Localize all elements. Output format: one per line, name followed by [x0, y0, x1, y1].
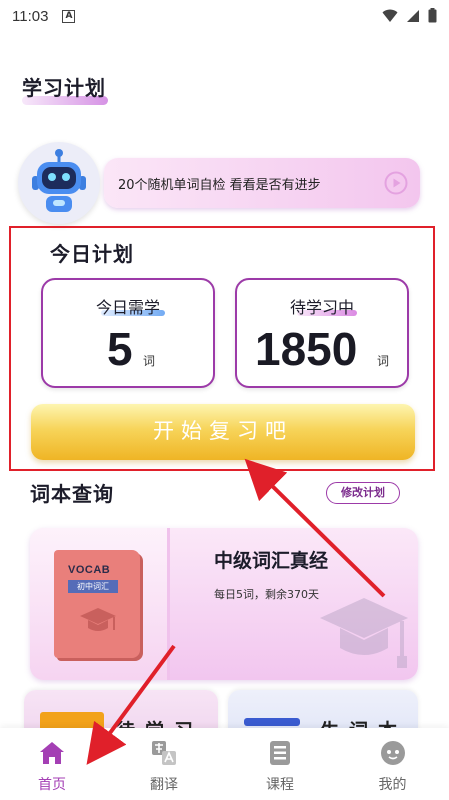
book-cover-tag: 初中词汇 — [68, 580, 118, 593]
pending-learn-label: 待学习中 — [289, 298, 354, 317]
book-cover: VOCAB 初中词汇 — [54, 550, 140, 658]
tab-profile-label: 我的 — [378, 777, 407, 793]
tab-translate[interactable]: 翻译 — [104, 728, 224, 800]
need-learn-value: 5 — [107, 323, 133, 375]
course-icon — [270, 741, 290, 765]
translate-icon — [152, 741, 176, 765]
wordbook-name: 中级词汇真经 — [214, 550, 329, 572]
robot-icon — [32, 149, 86, 212]
wordbook-progress: 每日5词，剩余370天 — [214, 588, 319, 601]
bottom-tab-bar: 首页 翻译 课程 我的 — [0, 728, 449, 800]
book-cover-title: VOCAB — [68, 564, 111, 576]
new-words-icon — [244, 718, 300, 726]
status-bar: 11:03 A — [0, 0, 449, 32]
pending-learn-card[interactable]: 待学习中 1850 词 — [235, 278, 409, 388]
graduation-cap-decor-icon — [320, 598, 408, 668]
battery-icon — [428, 8, 437, 23]
tab-profile[interactable]: 我的 — [336, 728, 449, 800]
need-learn-card[interactable]: 今日需学 5 词 — [41, 278, 215, 388]
today-plan-title: 今日计划 — [50, 242, 134, 266]
notification-icon: A — [62, 9, 76, 23]
edit-plan-button[interactable]: 修改计划 — [326, 482, 400, 504]
robot-avatar[interactable] — [18, 142, 100, 224]
page-title: 学习计划 — [22, 76, 106, 100]
start-review-button[interactable]: 开始复习吧 — [31, 404, 415, 460]
tab-course-label: 课程 — [266, 777, 294, 793]
need-learn-unit: 词 — [143, 354, 156, 368]
status-time: 11:03 — [12, 7, 49, 25]
wordbook-section-title: 词本查询 — [30, 482, 114, 506]
pending-learn-value: 1850 — [255, 323, 358, 375]
need-learn-label: 今日需学 — [95, 298, 160, 317]
tab-translate-label: 翻译 — [150, 777, 178, 793]
selfcheck-banner[interactable]: 20个随机单词自检 看看是否有进步 — [104, 158, 420, 208]
wordbook-card[interactable]: VOCAB 初中词汇 中级词汇真经 每日5词，剩余370天 — [30, 528, 418, 680]
book-cover-panel: VOCAB 初中词汇 — [30, 528, 170, 680]
selfcheck-text: 20个随机单词自检 看看是否有进步 — [118, 177, 321, 193]
status-icons — [382, 8, 437, 23]
signal-icon — [407, 9, 419, 22]
tab-course[interactable]: 课程 — [224, 728, 336, 800]
graduation-cap-icon — [80, 608, 116, 631]
pending-learn-unit: 词 — [377, 354, 390, 368]
play-icon[interactable] — [384, 171, 408, 195]
profile-icon — [380, 741, 405, 765]
tab-home[interactable]: 首页 — [0, 728, 104, 800]
tab-home-label: 首页 — [38, 777, 66, 793]
wifi-icon — [382, 9, 398, 22]
home-icon — [40, 742, 64, 764]
